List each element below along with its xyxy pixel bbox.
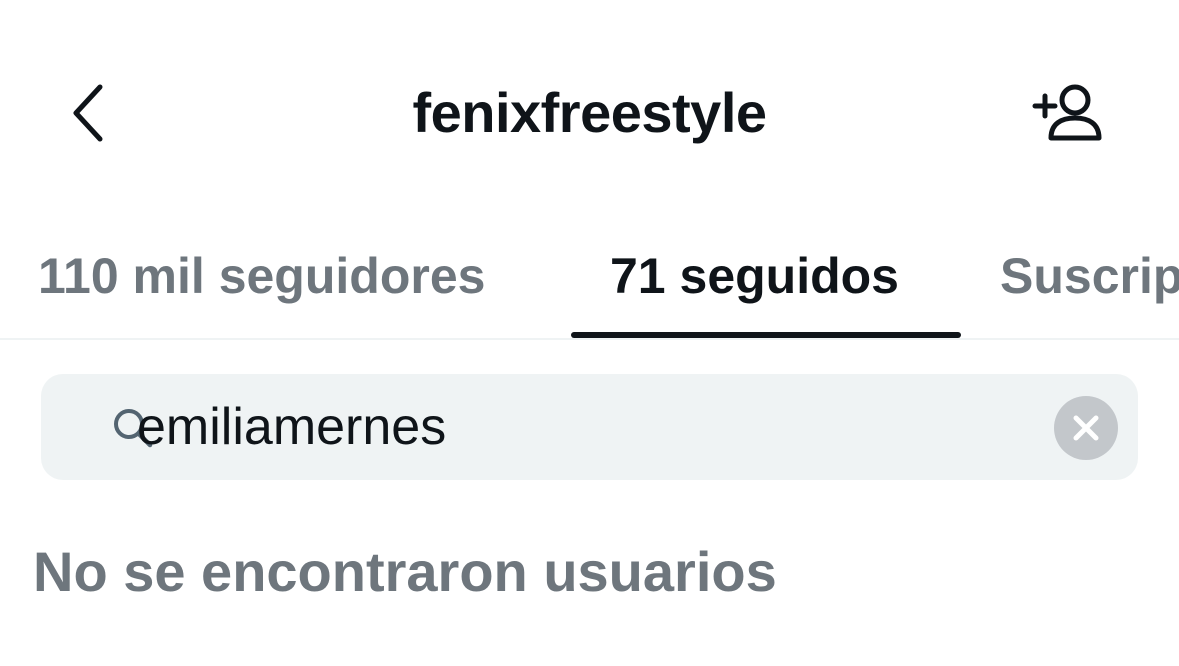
clear-icon — [1073, 415, 1099, 441]
page-title: fenixfreestyle — [412, 81, 767, 144]
active-tab-indicator — [571, 332, 961, 338]
person-plus-icon — [1032, 84, 1102, 141]
top-navigation-bar: fenixfreestyle — [0, 0, 1179, 200]
tab-subscriptions[interactable]: Suscripciones — [1000, 240, 1179, 312]
tab-followers[interactable]: 110 mil seguidores — [38, 240, 485, 312]
no-results-message: No se encontraron usuarios — [33, 540, 777, 603]
clear-search-button[interactable] — [1054, 396, 1118, 460]
add-user-button[interactable] — [1022, 78, 1112, 148]
search-input[interactable] — [137, 392, 1017, 462]
follow-tabs: 110 mil seguidores 71 seguidos Suscripci… — [0, 200, 1179, 340]
tab-following[interactable]: 71 seguidos — [610, 240, 899, 312]
search-bar[interactable] — [41, 374, 1138, 480]
